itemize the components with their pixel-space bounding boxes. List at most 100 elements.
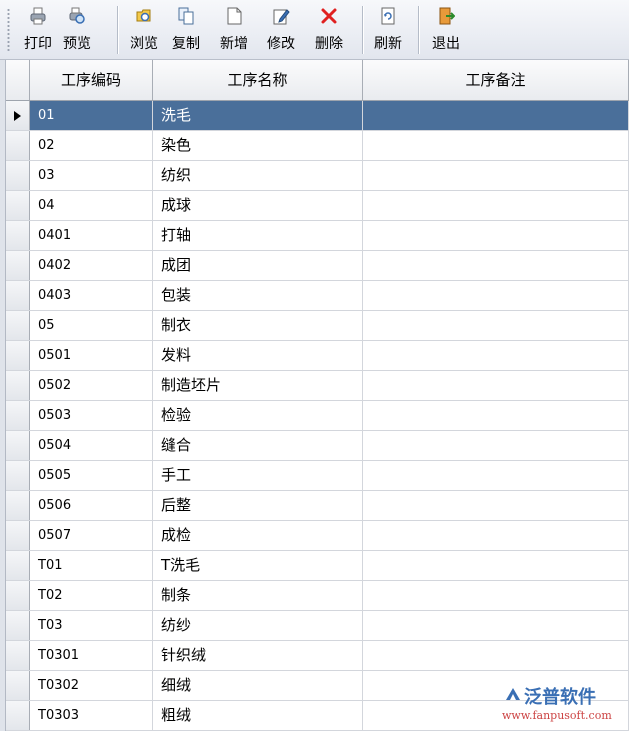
copy-button[interactable]: 复制 [168, 5, 204, 55]
cell-name[interactable]: 包装 [153, 281, 363, 310]
row-indicator[interactable] [6, 281, 30, 310]
cell-code[interactable]: 0507 [30, 521, 153, 550]
table-row[interactable]: 02 染色 [6, 131, 629, 161]
row-indicator[interactable] [6, 341, 30, 370]
row-indicator[interactable] [6, 671, 30, 700]
table-row[interactable]: 0501 发料 [6, 341, 629, 371]
cell-note[interactable] [363, 551, 629, 580]
table-row[interactable]: 04 成球 [6, 191, 629, 221]
table-row[interactable]: T0301 针织绒 [6, 641, 629, 671]
cell-name[interactable]: 成球 [153, 191, 363, 220]
row-indicator[interactable] [6, 641, 30, 670]
table-row[interactable]: 05 制衣 [6, 311, 629, 341]
cell-note[interactable] [363, 461, 629, 490]
column-header-name[interactable]: 工序名称 [153, 60, 363, 100]
table-row[interactable]: 0402 成团 [6, 251, 629, 281]
row-indicator[interactable] [6, 161, 30, 190]
table-row[interactable]: 0503 检验 [6, 401, 629, 431]
row-indicator[interactable] [6, 521, 30, 550]
exit-button[interactable]: 退出 [428, 5, 464, 55]
cell-name[interactable]: 制条 [153, 581, 363, 610]
cell-note[interactable] [363, 431, 629, 460]
row-indicator[interactable] [6, 551, 30, 580]
refresh-button[interactable]: 刷新 [370, 5, 406, 55]
table-row[interactable]: 0507 成检 [6, 521, 629, 551]
toolbar-grip[interactable] [7, 8, 10, 52]
row-indicator[interactable] [6, 401, 30, 430]
cell-code[interactable]: T0303 [30, 701, 153, 730]
table-row[interactable]: 03 纺织 [6, 161, 629, 191]
row-indicator[interactable] [6, 101, 30, 130]
cell-code[interactable]: 0403 [30, 281, 153, 310]
cell-code[interactable]: 0505 [30, 461, 153, 490]
row-indicator[interactable] [6, 461, 30, 490]
cell-code[interactable]: T01 [30, 551, 153, 580]
cell-name[interactable]: 染色 [153, 131, 363, 160]
cell-note[interactable] [363, 521, 629, 550]
cell-name[interactable]: 发料 [153, 341, 363, 370]
delete-button[interactable]: 删除 [310, 5, 348, 55]
cell-note[interactable] [363, 581, 629, 610]
cell-code[interactable]: 0501 [30, 341, 153, 370]
table-row[interactable]: 0403 包装 [6, 281, 629, 311]
cell-code[interactable]: 04 [30, 191, 153, 220]
cell-note[interactable] [363, 641, 629, 670]
column-header-code[interactable]: 工序编码 [30, 60, 153, 100]
cell-code[interactable]: T02 [30, 581, 153, 610]
cell-code[interactable]: T0301 [30, 641, 153, 670]
browse-button[interactable]: 浏览 [126, 5, 162, 55]
cell-name[interactable]: 打轴 [153, 221, 363, 250]
row-indicator[interactable] [6, 701, 30, 730]
add-button[interactable]: 新增 [216, 5, 252, 55]
row-indicator[interactable] [6, 581, 30, 610]
cell-code[interactable]: 01 [30, 101, 153, 130]
table-row[interactable]: T02 制条 [6, 581, 629, 611]
table-row[interactable]: 0401 打轴 [6, 221, 629, 251]
edit-button[interactable]: 修改 [263, 5, 299, 55]
cell-name[interactable]: 纺织 [153, 161, 363, 190]
cell-name[interactable]: 后整 [153, 491, 363, 520]
row-indicator[interactable] [6, 191, 30, 220]
cell-code[interactable]: T03 [30, 611, 153, 640]
row-indicator[interactable] [6, 251, 30, 280]
cell-name[interactable]: 缝合 [153, 431, 363, 460]
cell-note[interactable] [363, 161, 629, 190]
cell-code[interactable]: 05 [30, 311, 153, 340]
row-indicator[interactable] [6, 131, 30, 160]
preview-button[interactable]: 预览 [59, 5, 95, 55]
cell-note[interactable] [363, 341, 629, 370]
table-row[interactable]: 0504 缝合 [6, 431, 629, 461]
cell-name[interactable]: 针织绒 [153, 641, 363, 670]
row-indicator[interactable] [6, 221, 30, 250]
cell-name[interactable]: 粗绒 [153, 701, 363, 730]
table-row[interactable]: 0505 手工 [6, 461, 629, 491]
row-indicator[interactable] [6, 371, 30, 400]
cell-note[interactable] [363, 371, 629, 400]
table-row[interactable]: T03 纺纱 [6, 611, 629, 641]
cell-code[interactable]: 0506 [30, 491, 153, 520]
cell-name[interactable]: 制造坯片 [153, 371, 363, 400]
cell-name[interactable]: 制衣 [153, 311, 363, 340]
table-row[interactable]: 0506 后整 [6, 491, 629, 521]
cell-note[interactable] [363, 101, 629, 130]
row-indicator[interactable] [6, 491, 30, 520]
row-indicator[interactable] [6, 311, 30, 340]
cell-note[interactable] [363, 191, 629, 220]
row-indicator[interactable] [6, 611, 30, 640]
cell-note[interactable] [363, 221, 629, 250]
cell-code[interactable]: T0302 [30, 671, 153, 700]
table-row[interactable]: 0502 制造坯片 [6, 371, 629, 401]
cell-name[interactable]: 成团 [153, 251, 363, 280]
cell-name[interactable]: 细绒 [153, 671, 363, 700]
cell-note[interactable] [363, 251, 629, 280]
cell-code[interactable]: 0504 [30, 431, 153, 460]
table-row[interactable]: T01 T洗毛 [6, 551, 629, 581]
cell-note[interactable] [363, 611, 629, 640]
cell-note[interactable] [363, 401, 629, 430]
cell-name[interactable]: 检验 [153, 401, 363, 430]
cell-code[interactable]: 02 [30, 131, 153, 160]
table-row[interactable]: 01 洗毛 [6, 101, 629, 131]
cell-code[interactable]: 0402 [30, 251, 153, 280]
cell-note[interactable] [363, 311, 629, 340]
cell-name[interactable]: T洗毛 [153, 551, 363, 580]
